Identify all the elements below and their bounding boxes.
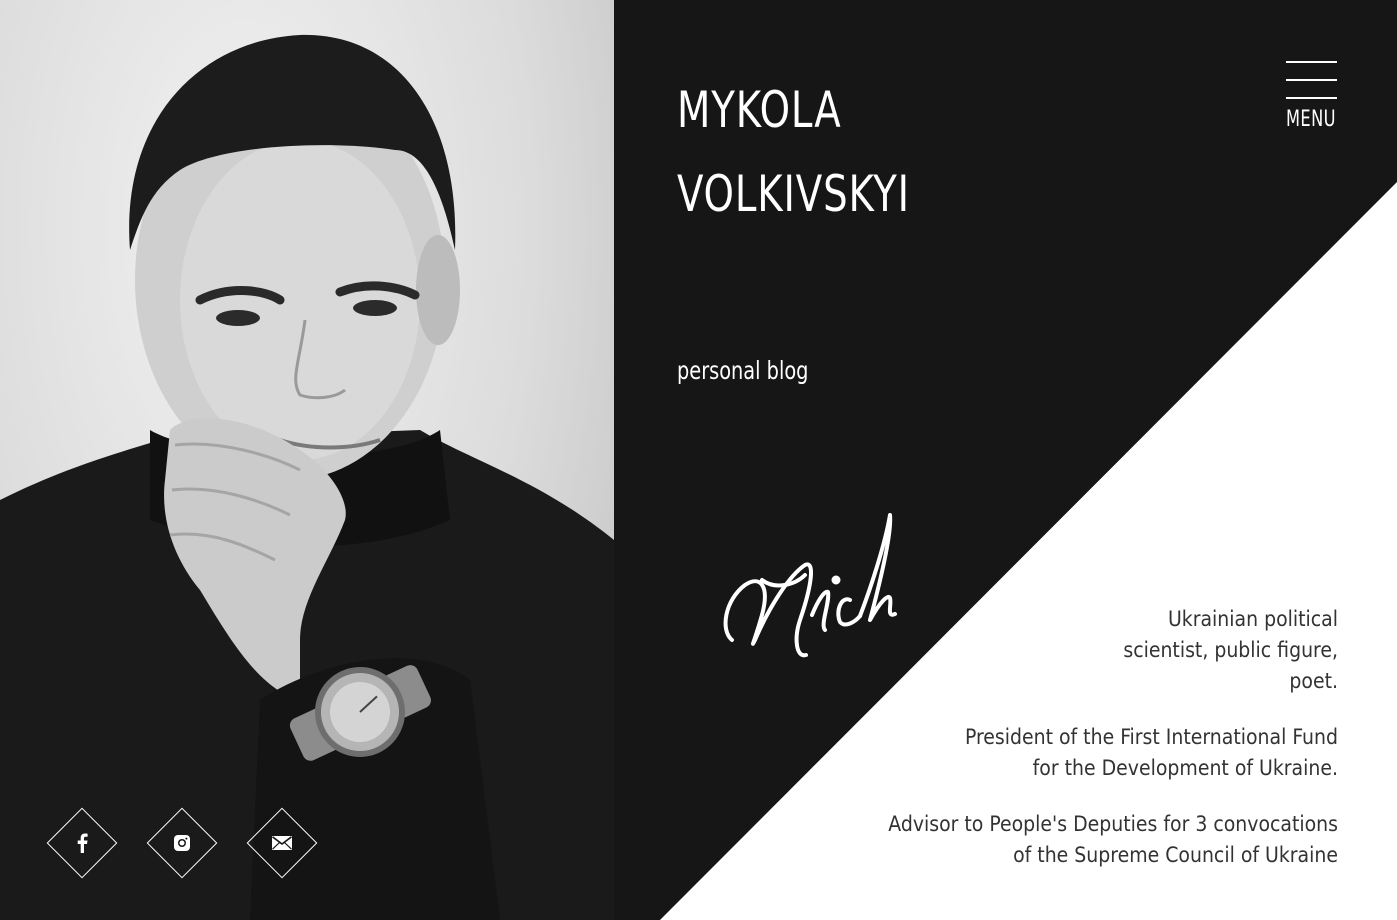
mail-link[interactable]	[246, 807, 318, 879]
bio-line: Ukrainian political	[1167, 607, 1338, 631]
title-line-2: VOLKIVSKYI	[677, 165, 910, 223]
bio-line: President of the First International Fun…	[964, 725, 1338, 749]
hamburger-line-icon	[1286, 79, 1337, 81]
bio: Ukrainian political scientist, public fi…	[838, 604, 1338, 896]
mail-icon	[247, 808, 317, 878]
facebook-icon	[47, 808, 117, 878]
bio-paragraph: President of the First International Fun…	[838, 722, 1338, 784]
menu-label: MENU	[1286, 107, 1336, 132]
menu-button[interactable]: MENU	[1286, 61, 1338, 141]
bio-paragraph: Ukrainian political scientist, public fi…	[838, 604, 1338, 697]
hamburger-line-icon	[1286, 97, 1337, 99]
bio-line: for the Development of Ukraine.	[1032, 756, 1338, 780]
bio-line: of the Supreme Council of Ukraine	[1013, 843, 1338, 867]
facebook-link[interactable]	[46, 807, 118, 879]
portrait-photo	[0, 0, 614, 920]
instagram-link[interactable]	[146, 807, 218, 879]
instagram-icon	[147, 808, 217, 878]
hamburger-line-icon	[1286, 61, 1337, 63]
site-title: MYKOLA VOLKIVSKYI	[677, 68, 910, 236]
page: MYKOLA VOLKIVSKYI personal blog MENU Ukr…	[0, 0, 1397, 920]
bio-line: Advisor to People's Deputies for 3 convo…	[888, 812, 1338, 836]
site-subtitle: personal blog	[677, 356, 809, 385]
bio-line: scientist, public figure,	[1123, 638, 1338, 662]
title-line-1: MYKOLA	[677, 81, 842, 139]
bio-paragraph: Advisor to People's Deputies for 3 convo…	[838, 809, 1338, 871]
bio-line: poet.	[1289, 669, 1338, 693]
